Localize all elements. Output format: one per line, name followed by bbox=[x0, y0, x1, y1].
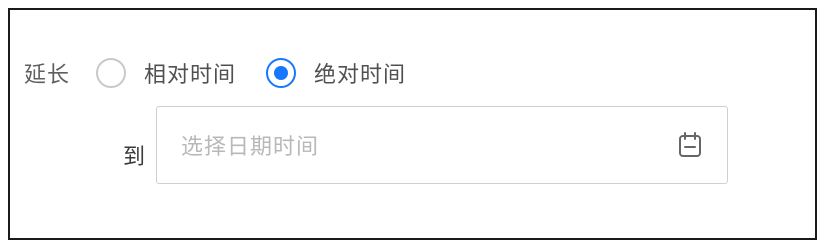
extend-time-panel: 延长 相对时间 绝对时间 到 选择日期时间 bbox=[8, 8, 817, 240]
to-label: 到 bbox=[123, 145, 146, 170]
calendar-icon[interactable] bbox=[677, 131, 703, 159]
extend-row: 延长 相对时间 绝对时间 bbox=[24, 54, 406, 92]
radio-absolute-time-label[interactable]: 绝对时间 bbox=[314, 57, 406, 89]
radio-absolute-time-circle[interactable] bbox=[266, 58, 297, 88]
datetime-placeholder[interactable]: 选择日期时间 bbox=[181, 129, 677, 161]
datetime-picker-input[interactable]: 选择日期时间 bbox=[156, 106, 728, 184]
radio-relative-time-label[interactable]: 相对时间 bbox=[144, 57, 236, 89]
radio-absolute-time[interactable]: 绝对时间 bbox=[266, 57, 406, 89]
radio-relative-time[interactable]: 相对时间 bbox=[96, 57, 236, 89]
radio-relative-time-circle[interactable] bbox=[96, 58, 127, 88]
extend-label: 延长 bbox=[24, 63, 71, 88]
radio-selected-dot bbox=[274, 66, 289, 80]
